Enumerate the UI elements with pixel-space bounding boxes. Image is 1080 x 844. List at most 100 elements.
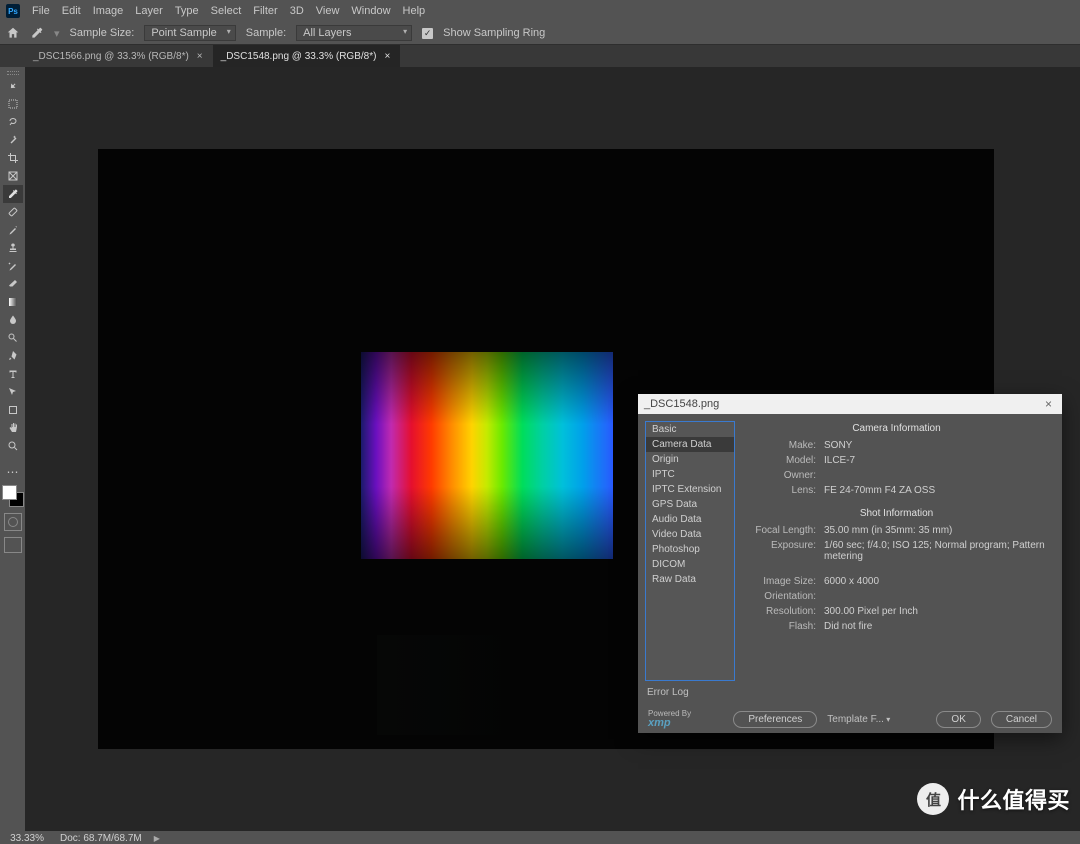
make-value: SONY (824, 440, 1052, 451)
eyedropper-icon[interactable] (30, 26, 44, 40)
cat-iptc[interactable]: IPTC (646, 467, 734, 482)
lens-value: FE 24-70mm F4 ZA OSS (824, 485, 1052, 496)
menu-image[interactable]: Image (93, 5, 124, 17)
cat-video-data[interactable]: Video Data (646, 527, 734, 542)
app-logo: Ps (6, 4, 20, 18)
brush-tool[interactable] (3, 221, 23, 239)
shape-tool[interactable] (3, 401, 23, 419)
quickmask-icon[interactable] (4, 513, 22, 531)
exposure-label: Exposure: (741, 540, 824, 562)
gradient-tool[interactable] (3, 293, 23, 311)
dialog-footer: Powered By xmp Preferences Template F...… (638, 705, 1062, 733)
close-icon[interactable]: × (1041, 397, 1056, 411)
tool-palette: ⋯ (0, 67, 25, 831)
foreground-equipment (377, 635, 527, 735)
ok-button[interactable]: OK (936, 711, 980, 728)
metadata-panel: Camera Information Make:SONY Model:ILCE-… (735, 414, 1062, 714)
close-icon[interactable]: × (382, 51, 392, 62)
cat-camera-data[interactable]: Camera Data (646, 437, 734, 452)
imagesize-value: 6000 x 4000 (824, 576, 1052, 587)
zoom-level[interactable]: 33.33% (2, 833, 60, 844)
template-dropdown[interactable]: Template F... (827, 714, 894, 725)
focal-label: Focal Length: (741, 525, 824, 536)
home-icon[interactable] (6, 26, 20, 40)
options-bar: ▾ Sample Size: Point Sample Sample: All … (0, 22, 1080, 45)
exposure-value: 1/60 sec; f/4.0; ISO 125; Normal program… (824, 540, 1052, 562)
tab-label: _DSC1566.png @ 33.3% (RGB/8*) (33, 51, 189, 62)
grip-icon[interactable] (4, 71, 22, 75)
cat-dicom[interactable]: DICOM (646, 557, 734, 572)
color-swatches[interactable] (2, 485, 24, 507)
preferences-button[interactable]: Preferences (733, 711, 817, 728)
status-expander-icon[interactable]: ▶ (154, 834, 160, 843)
close-icon[interactable]: × (195, 51, 205, 62)
crop-tool[interactable] (3, 149, 23, 167)
menu-type[interactable]: Type (175, 5, 199, 17)
menu-view[interactable]: View (316, 5, 340, 17)
cat-origin[interactable]: Origin (646, 452, 734, 467)
document-tabs: _DSC1566.png @ 33.3% (RGB/8*) × _DSC1548… (0, 45, 1080, 67)
spectrum-display (361, 352, 613, 559)
menu-layer[interactable]: Layer (135, 5, 163, 17)
eyedropper-tool[interactable] (3, 185, 23, 203)
screenmode-icon[interactable] (4, 537, 22, 553)
watermark-badge: 值 (917, 783, 949, 815)
sample-label: Sample: (246, 27, 286, 39)
watermark: 值 什么值得买 (917, 783, 1070, 815)
error-log-link[interactable]: Error Log (645, 681, 735, 698)
menu-3d[interactable]: 3D (290, 5, 304, 17)
frame-tool[interactable] (3, 167, 23, 185)
lasso-tool[interactable] (3, 113, 23, 131)
xmp-logo: Powered By xmp (648, 710, 691, 729)
stamp-tool[interactable] (3, 239, 23, 257)
cat-iptc-extension[interactable]: IPTC Extension (646, 482, 734, 497)
cat-gps-data[interactable]: GPS Data (646, 497, 734, 512)
cancel-button[interactable]: Cancel (991, 711, 1052, 728)
pen-tool[interactable] (3, 347, 23, 365)
path-tool[interactable] (3, 383, 23, 401)
menu-edit[interactable]: Edit (62, 5, 81, 17)
orientation-value (824, 591, 1052, 602)
dialog-title: _DSC1548.png (644, 398, 719, 410)
history-brush-tool[interactable] (3, 257, 23, 275)
imagesize-label: Image Size: (741, 576, 824, 587)
owner-value (824, 470, 1052, 481)
cat-audio-data[interactable]: Audio Data (646, 512, 734, 527)
type-tool[interactable] (3, 365, 23, 383)
wand-tool[interactable] (3, 131, 23, 149)
model-label: Model: (741, 455, 824, 466)
sample-size-label: Sample Size: (70, 27, 135, 39)
cat-photoshop[interactable]: Photoshop (646, 542, 734, 557)
file-info-dialog: _DSC1548.png × Basic Camera Data Origin … (638, 394, 1062, 733)
edit-toolbar[interactable]: ⋯ (3, 463, 23, 481)
menu-select[interactable]: Select (211, 5, 242, 17)
section-shot-info: Shot Information (741, 506, 1052, 523)
cat-raw-data[interactable]: Raw Data (646, 572, 734, 587)
menu-bar: Ps File Edit Image Layer Type Select Fil… (0, 0, 1080, 22)
move-tool[interactable] (3, 77, 23, 95)
focal-value: 35.00 mm (in 35mm: 35 mm) (824, 525, 1052, 536)
menu-window[interactable]: Window (351, 5, 390, 17)
status-bar: 33.33% Doc: 68.7M/68.7M ▶ (0, 831, 1080, 844)
sample-dropdown[interactable]: All Layers (296, 25, 412, 41)
watermark-text: 什么值得买 (957, 783, 1070, 815)
blur-tool[interactable] (3, 311, 23, 329)
heal-tool[interactable] (3, 203, 23, 221)
menu-filter[interactable]: Filter (253, 5, 277, 17)
tab-dsc1566[interactable]: _DSC1566.png @ 33.3% (RGB/8*) × (25, 45, 213, 67)
cat-basic[interactable]: Basic (646, 422, 734, 437)
sample-size-dropdown[interactable]: Point Sample (144, 25, 235, 41)
make-label: Make: (741, 440, 824, 451)
show-ring-checkbox[interactable]: ✓ (422, 28, 433, 39)
eraser-tool[interactable] (3, 275, 23, 293)
zoom-tool[interactable] (3, 437, 23, 455)
menu-file[interactable]: File (32, 5, 50, 17)
dialog-titlebar[interactable]: _DSC1548.png × (638, 394, 1062, 414)
tab-dsc1548[interactable]: _DSC1548.png @ 33.3% (RGB/8*) × (213, 45, 401, 67)
marquee-tool[interactable] (3, 95, 23, 113)
doc-size[interactable]: Doc: 68.7M/68.7M (60, 833, 154, 844)
hand-tool[interactable] (3, 419, 23, 437)
menu-help[interactable]: Help (403, 5, 426, 17)
fg-swatch[interactable] (2, 485, 17, 500)
dodge-tool[interactable] (3, 329, 23, 347)
